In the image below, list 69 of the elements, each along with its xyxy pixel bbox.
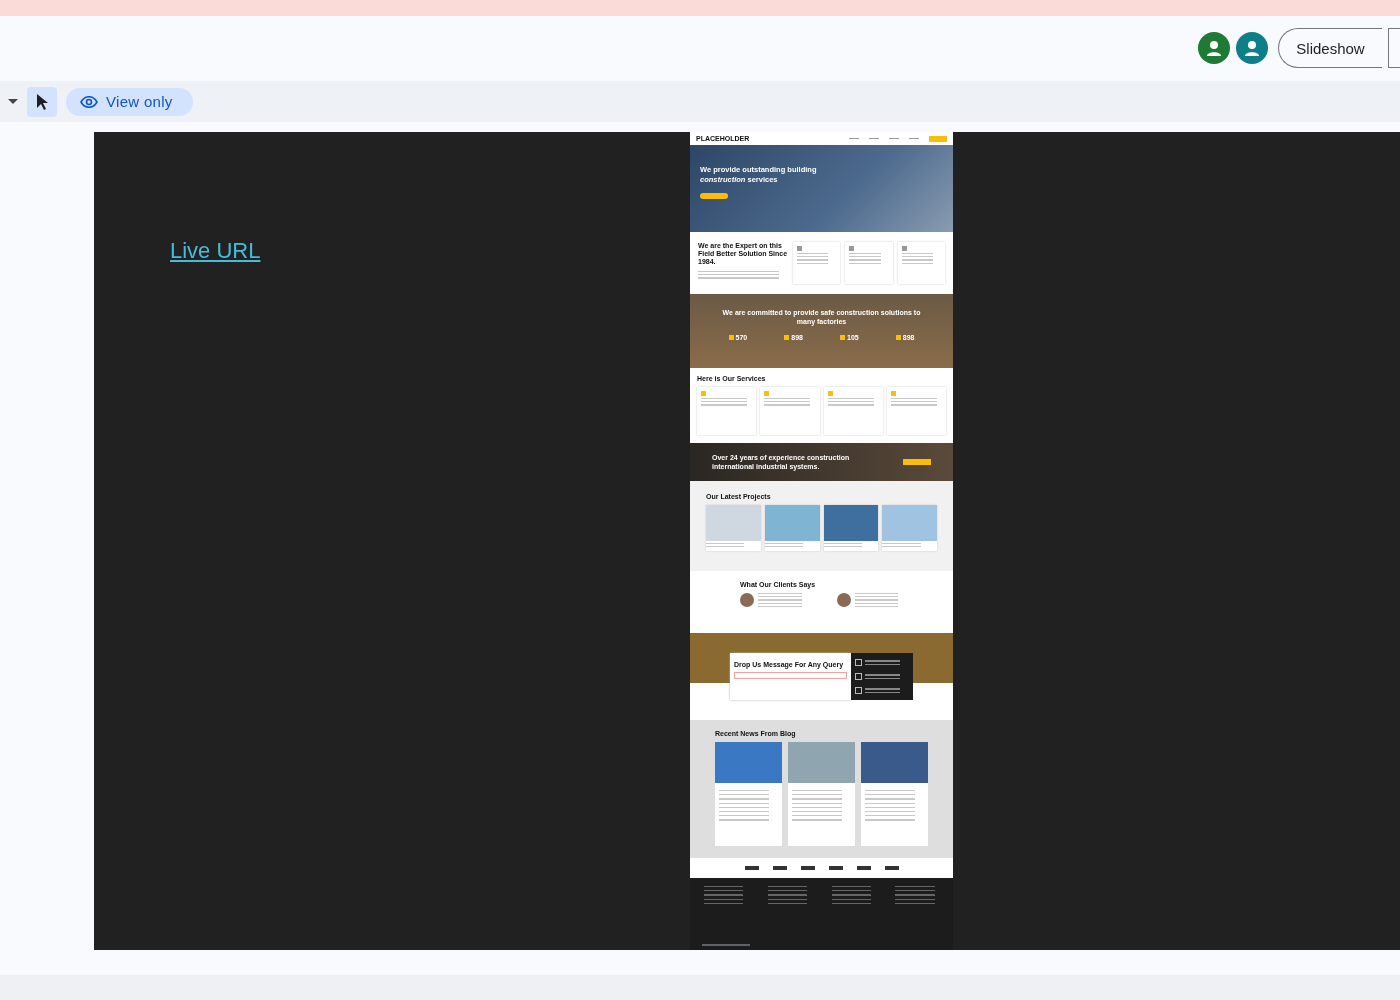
text-line	[767, 898, 808, 900]
text-line	[831, 898, 871, 900]
text-line	[865, 815, 916, 817]
eye-icon	[80, 95, 98, 108]
avatar-icon	[740, 593, 754, 607]
live-url-link[interactable]: Live URL	[170, 238, 261, 264]
text-line	[792, 815, 843, 817]
partner-logo	[744, 866, 759, 870]
text-line	[831, 886, 871, 888]
text-line	[792, 794, 843, 796]
text-line	[704, 890, 744, 892]
text-line	[704, 886, 744, 888]
text-line	[831, 902, 871, 904]
text-line	[865, 794, 916, 796]
text-line	[865, 819, 916, 821]
service-icon	[827, 391, 833, 396]
text-line	[704, 902, 744, 904]
text-line	[719, 806, 770, 808]
avatar-icon[interactable]	[1236, 32, 1268, 64]
service-icon	[764, 391, 770, 396]
partner-logo	[828, 866, 843, 870]
text-line	[792, 802, 843, 804]
text-line	[865, 810, 916, 813]
text-line	[865, 802, 916, 804]
text-line	[831, 890, 871, 892]
pointer-tool-button[interactable]	[27, 86, 57, 117]
view-only-chip[interactable]: View only	[66, 87, 193, 116]
text-line	[792, 806, 843, 808]
text-line	[895, 890, 935, 892]
service-icon	[890, 391, 896, 396]
slideshow-menu-button[interactable]	[1388, 28, 1400, 68]
pointer-icon	[35, 92, 49, 111]
appointment-button[interactable]	[700, 193, 728, 199]
partner-logo	[772, 866, 787, 870]
text-line	[767, 886, 808, 888]
text-line	[895, 894, 935, 896]
text-line	[719, 819, 770, 821]
quote-button[interactable]	[929, 135, 947, 142]
text-line	[792, 819, 843, 821]
avatar-icon[interactable]	[1198, 32, 1230, 64]
partner-logo	[800, 866, 815, 870]
partner-logo	[856, 866, 871, 870]
text-line	[719, 794, 770, 796]
text-line	[704, 894, 744, 896]
text-line	[865, 790, 916, 792]
text-line	[719, 815, 770, 817]
text-line	[792, 798, 843, 800]
scroll-indicator	[702, 944, 750, 946]
text-line	[719, 802, 770, 804]
text-line	[767, 894, 808, 896]
text-line	[792, 790, 843, 792]
caret-icon[interactable]	[8, 98, 18, 105]
text-line	[719, 810, 770, 813]
text-line	[792, 810, 843, 813]
partner-logo	[884, 866, 899, 870]
text-line	[831, 894, 871, 896]
text-line	[895, 886, 935, 888]
text-line	[704, 898, 744, 900]
avatar-icon	[836, 593, 851, 607]
service-icon	[701, 391, 706, 396]
text-line	[719, 798, 770, 800]
text-line	[767, 902, 808, 904]
text-line	[895, 898, 935, 900]
text-line	[895, 902, 935, 904]
input-field[interactable]	[734, 672, 847, 679]
text-line	[865, 798, 916, 800]
text-line	[719, 790, 770, 792]
text-line	[865, 806, 916, 808]
text-line	[767, 890, 808, 892]
